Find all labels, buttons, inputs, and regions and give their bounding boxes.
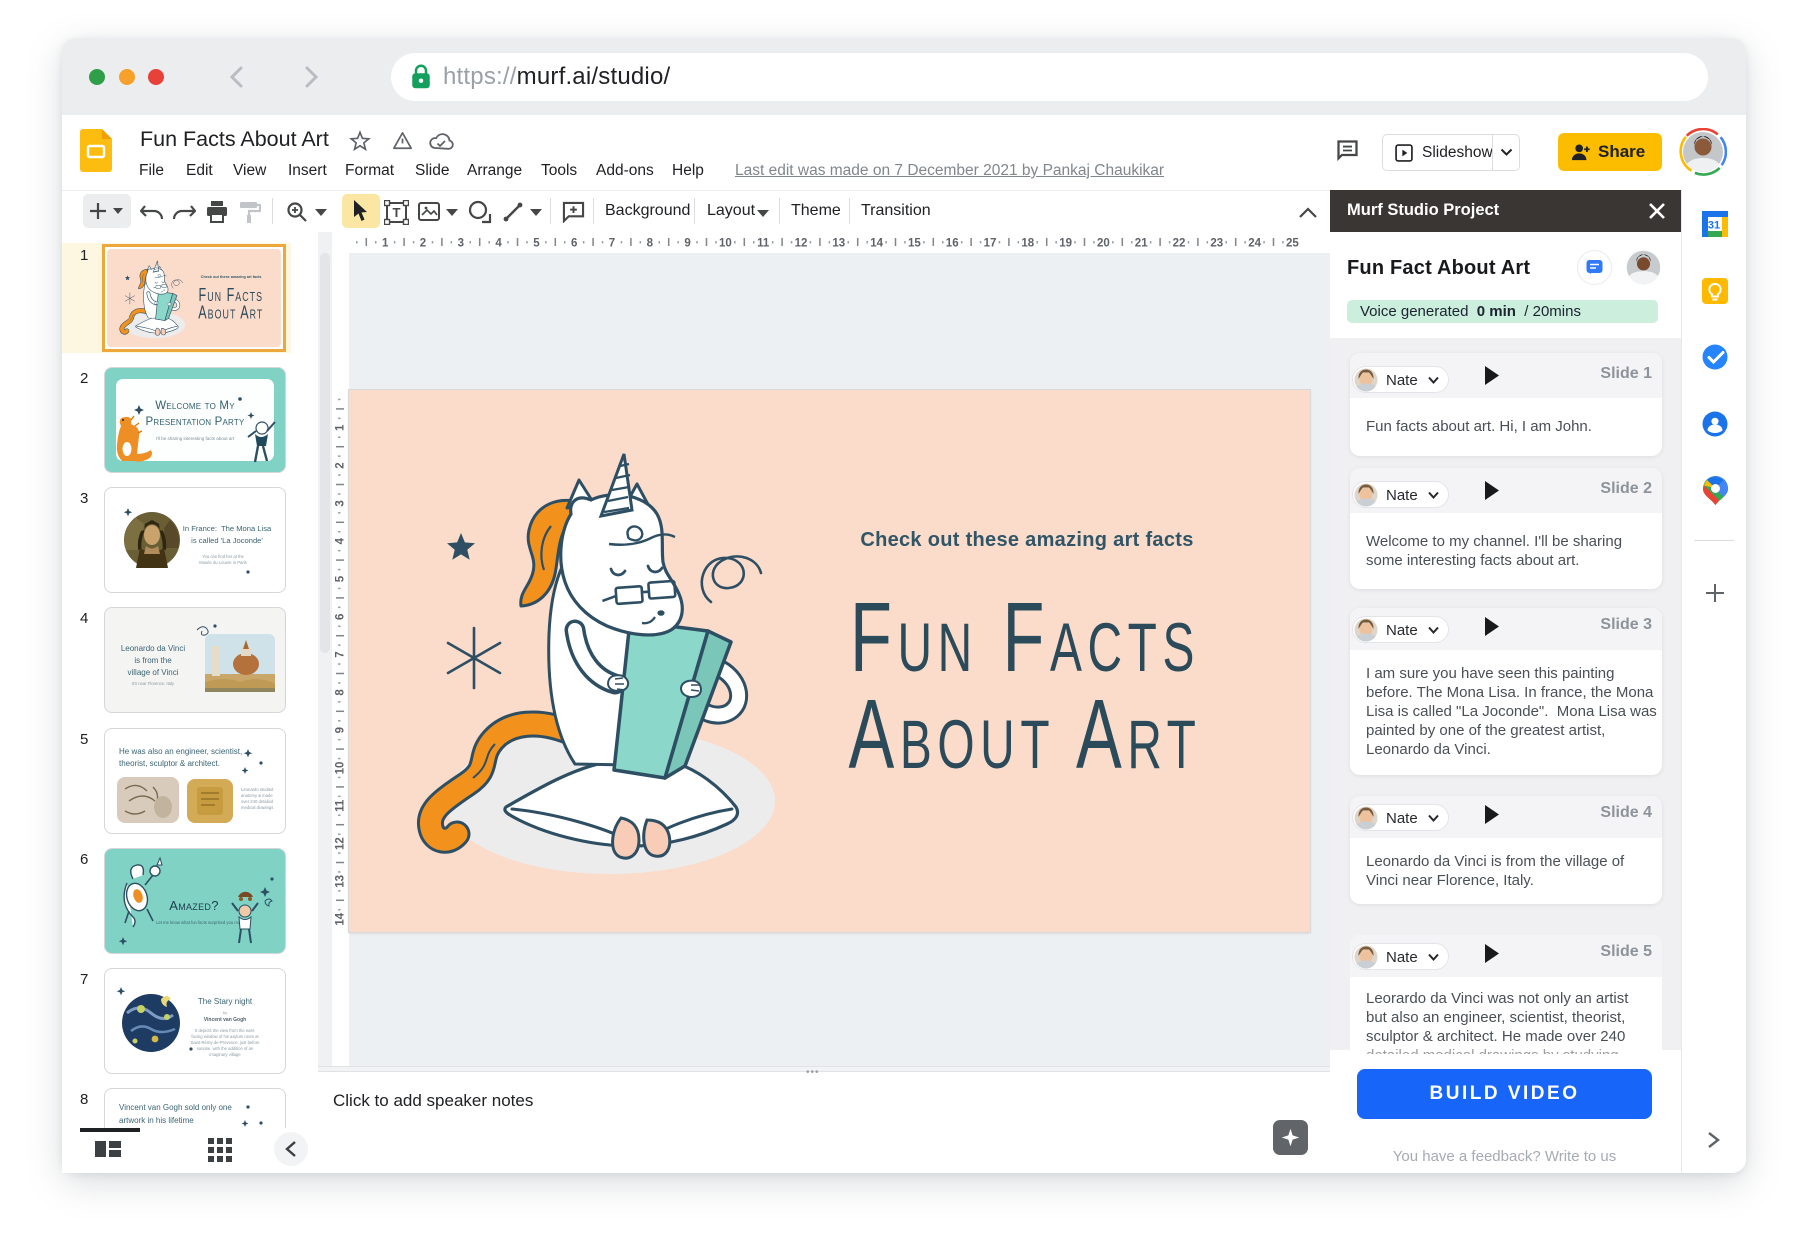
svg-text:is from the: is from the — [134, 656, 172, 665]
svg-text:14: 14 — [870, 238, 883, 250]
svg-text:12: 12 — [335, 837, 347, 850]
svg-text:16: 16 — [946, 238, 959, 250]
svg-text:10: 10 — [719, 238, 732, 250]
svg-text:23: 23 — [1210, 238, 1223, 250]
svg-text:11: 11 — [335, 799, 347, 812]
svg-text:21: 21 — [1135, 238, 1148, 250]
svg-text:medical drawings: medical drawings — [241, 805, 273, 810]
svg-text:Leonardo da Vinci: Leonardo da Vinci — [121, 644, 186, 653]
svg-text:Vincent van Gogh sold only one: Vincent van Gogh sold only one — [119, 1103, 232, 1112]
svg-text:It's near Florence, Italy: It's near Florence, Italy — [132, 681, 175, 686]
svg-text:24: 24 — [1248, 238, 1261, 250]
svg-text:Saint-Rémy-de-Provence, just b: Saint-Rémy-de-Provence, just before — [191, 1040, 261, 1045]
svg-text:9: 9 — [335, 727, 347, 733]
svg-text:6: 6 — [335, 614, 347, 620]
svg-text:1: 1 — [382, 238, 389, 250]
svg-text:5: 5 — [533, 238, 540, 250]
svg-text:8: 8 — [647, 238, 654, 250]
svg-text:6: 6 — [571, 238, 577, 250]
svg-text:2: 2 — [335, 462, 347, 468]
svg-text:Presentation Party: Presentation Party — [145, 416, 244, 428]
svg-text:17: 17 — [984, 238, 997, 250]
svg-text:15: 15 — [908, 238, 921, 250]
svg-text:9: 9 — [684, 238, 690, 250]
svg-text:Vincent van Gogh: Vincent van Gogh — [204, 1017, 246, 1023]
svg-text:3: 3 — [335, 500, 347, 506]
svg-text:2: 2 — [420, 238, 426, 250]
svg-text:Welcome to My: Welcome to My — [155, 400, 235, 412]
svg-text:by: by — [223, 1010, 227, 1015]
svg-text:Check out these amazing art fa: Check out these amazing art facts — [860, 529, 1193, 551]
svg-text:31: 31 — [1708, 220, 1720, 232]
svg-text:19: 19 — [1059, 238, 1072, 250]
svg-text:T: T — [393, 205, 401, 220]
svg-text:13: 13 — [335, 875, 347, 888]
svg-text:1: 1 — [335, 424, 347, 431]
svg-text:22: 22 — [1173, 238, 1186, 250]
svg-text:theorist, sculptor & architect: theorist, sculptor & architect. — [119, 759, 220, 768]
svg-text:Fun Facts: Fun Facts — [850, 582, 1200, 692]
svg-text:Musée du Louvre in Paris: Musée du Louvre in Paris — [199, 560, 246, 565]
svg-text:7: 7 — [335, 651, 347, 657]
svg-text:11: 11 — [757, 238, 770, 250]
svg-text:Let me know what fun facts sur: Let me know what fun facts surprised you… — [156, 920, 244, 925]
svg-text:8: 8 — [335, 689, 347, 696]
svg-text:village of Vinci: village of Vinci — [128, 668, 179, 677]
svg-text:10: 10 — [335, 762, 347, 775]
svg-text:7: 7 — [609, 238, 615, 250]
svg-text:20: 20 — [1097, 238, 1110, 250]
svg-text:In France: The Mona Lisa: In France: The Mona Lisa — [183, 524, 272, 533]
svg-text:13: 13 — [832, 238, 845, 250]
svg-text:The Stary night: The Stary night — [198, 997, 253, 1006]
svg-text:18: 18 — [1021, 238, 1034, 250]
svg-text:About Art: About Art — [848, 679, 1201, 789]
svg-text:artwork in his lifetime: artwork in his lifetime — [119, 1116, 194, 1125]
svg-text:is called 'La Joconde': is called 'La Joconde' — [191, 536, 263, 545]
svg-text:He was also an engineer, scien: He was also an engineer, scientist, — [119, 747, 242, 756]
svg-text:12: 12 — [795, 238, 808, 250]
svg-text:sunrise, with the addition of: sunrise, with the addition of an — [197, 1046, 254, 1051]
svg-text:14: 14 — [335, 912, 347, 925]
svg-text:4: 4 — [495, 238, 502, 250]
svg-text:5: 5 — [335, 575, 347, 582]
svg-text:4: 4 — [335, 537, 347, 544]
svg-text:Amazed?: Amazed? — [169, 898, 219, 913]
svg-text:facing window of his asylum ro: facing window of his asylum room at — [191, 1034, 259, 1039]
svg-text:imaginary village: imaginary village — [209, 1052, 241, 1057]
svg-text:over 240 detailed: over 240 detailed — [241, 799, 274, 804]
svg-text:3: 3 — [458, 238, 464, 250]
svg-text:anatomy & made: anatomy & made — [241, 793, 273, 798]
svg-text:Leonardo studied: Leonardo studied — [241, 787, 274, 792]
svg-text:25: 25 — [1286, 238, 1299, 250]
svg-text:It depicts the view from the e: It depicts the view from the east- — [195, 1028, 256, 1033]
svg-text:I'll be sharing interesting fa: I'll be sharing interesting facts about … — [156, 436, 235, 441]
svg-text:You can find her at the: You can find her at the — [202, 554, 244, 559]
